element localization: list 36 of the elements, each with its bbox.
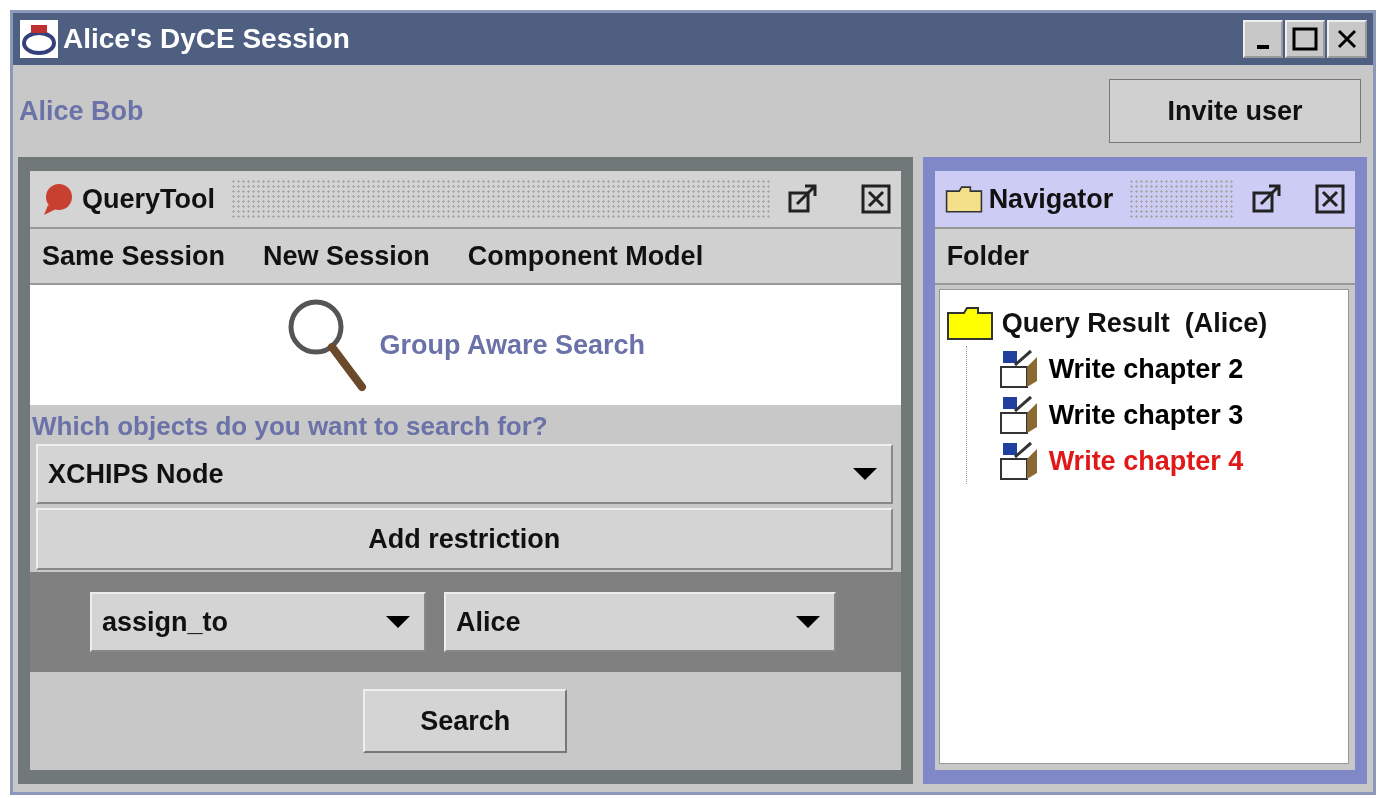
object-type-dropdown[interactable]: XCHIPS Node <box>36 444 893 504</box>
tree-item[interactable]: Write chapter 2 <box>996 346 1342 392</box>
banner-title: Group Aware Search <box>379 329 646 361</box>
maximize-button[interactable] <box>1285 20 1325 58</box>
menu-item[interactable]: New Session <box>263 240 430 272</box>
value-dropdown[interactable]: Alice <box>444 592 836 652</box>
close-button[interactable] <box>1327 20 1367 58</box>
menu-item[interactable]: Folder <box>946 240 1030 272</box>
close-icon[interactable] <box>1315 184 1345 214</box>
folder-icon <box>945 305 994 341</box>
menu-item[interactable]: Same Session <box>42 240 226 272</box>
window-title: Alice's DyCE Session <box>63 23 351 55</box>
dropdown-arrow-icon <box>852 468 877 480</box>
question-label: Which objects do you want to search for? <box>31 410 549 442</box>
frame-title: Navigator <box>988 183 1114 215</box>
search-button[interactable]: Search <box>363 689 568 753</box>
attribute-dropdown[interactable]: assign_to <box>90 592 426 652</box>
close-icon <box>1336 28 1358 50</box>
dropdown-arrow-icon <box>386 616 410 628</box>
maximize-icon <box>1292 27 1318 51</box>
menu-item[interactable]: Component Model <box>467 240 704 272</box>
minimize-icon <box>1257 45 1269 49</box>
minimize-button[interactable] <box>1243 20 1283 58</box>
dropdown-arrow-icon <box>796 616 820 628</box>
add-restriction-button[interactable]: Add restriction <box>36 508 893 570</box>
session-users: Alice Bob <box>19 95 144 127</box>
float-icon[interactable] <box>786 183 819 215</box>
invite-user-button[interactable]: Invite user <box>1109 79 1361 143</box>
tree-item[interactable]: Write chapter 4 <box>996 438 1342 484</box>
app-icon <box>19 19 59 59</box>
frame-title: QueryTool <box>82 183 215 215</box>
folder-icon <box>944 183 983 215</box>
close-icon[interactable] <box>860 184 891 214</box>
tree-item[interactable]: Write chapter 3 <box>996 392 1342 438</box>
tree-item[interactable]: Query Result (Alice) <box>945 300 1342 346</box>
float-icon[interactable] <box>1251 183 1283 215</box>
